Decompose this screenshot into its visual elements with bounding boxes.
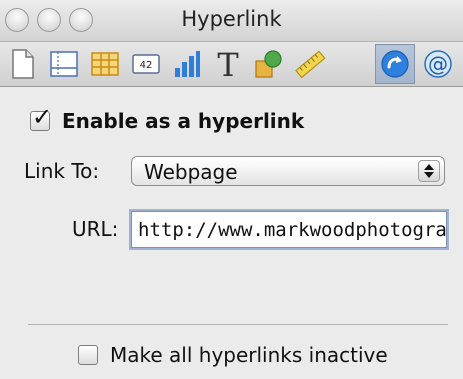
title-bar[interactable]: Hyperlink — [0, 0, 463, 42]
text-inspector-button[interactable]: T — [208, 44, 248, 84]
hyperlink-inspector-window: Hyperlink 42 T @ ✓ Enable as a hyperlink… — [0, 0, 463, 379]
number-format-icon: 42 — [132, 54, 160, 74]
enable-hyperlink-checkbox[interactable]: ✓ — [30, 105, 52, 131]
page-icon — [12, 49, 34, 79]
layout-icon — [50, 51, 78, 77]
ruler-icon — [295, 50, 326, 79]
checkmark-icon: ✓ — [32, 103, 53, 131]
text-icon: T — [217, 47, 239, 81]
inactive-hyperlinks-checkbox[interactable] — [78, 345, 98, 365]
popup-arrows-icon — [418, 160, 440, 182]
format-inspector-button[interactable]: 42 — [126, 44, 166, 84]
metrics-inspector-button[interactable] — [290, 44, 330, 84]
at-sign-icon: @ — [424, 50, 452, 78]
hyperlink-panel: ✓ Enable as a hyperlink Link To: Webpage… — [0, 87, 463, 379]
layout-inspector-button[interactable] — [44, 44, 84, 84]
inspector-toolbar: 42 T @ — [0, 42, 463, 87]
window-title: Hyperlink — [181, 7, 282, 31]
enable-hyperlink-label[interactable]: Enable as a hyperlink — [62, 109, 304, 133]
quicktime-inspector-button[interactable]: @ — [418, 44, 458, 84]
document-inspector-button[interactable] — [3, 44, 43, 84]
hyperlink-arrow-icon — [381, 50, 409, 78]
url-input[interactable] — [132, 212, 446, 247]
chart-inspector-button[interactable] — [167, 44, 207, 84]
link-to-popup[interactable]: Webpage — [131, 156, 445, 186]
format-icon-number: 42 — [140, 60, 153, 71]
url-field-frame — [131, 211, 447, 248]
inactive-hyperlinks-label[interactable]: Make all hyperlinks inactive — [110, 343, 388, 367]
divider — [28, 324, 448, 325]
table-inspector-button[interactable] — [85, 44, 125, 84]
at-sign-glyph: @ — [428, 52, 448, 76]
url-label: URL: — [72, 217, 119, 241]
graphic-inspector-button[interactable] — [249, 44, 289, 84]
hyperlink-inspector-button[interactable] — [375, 44, 415, 84]
shapes-icon — [255, 50, 282, 78]
text-icon-glyph: T — [217, 47, 239, 81]
bar-chart-icon — [175, 51, 200, 77]
link-to-label: Link To: — [24, 159, 100, 183]
link-to-value: Webpage — [144, 160, 238, 184]
table-icon — [91, 52, 119, 76]
